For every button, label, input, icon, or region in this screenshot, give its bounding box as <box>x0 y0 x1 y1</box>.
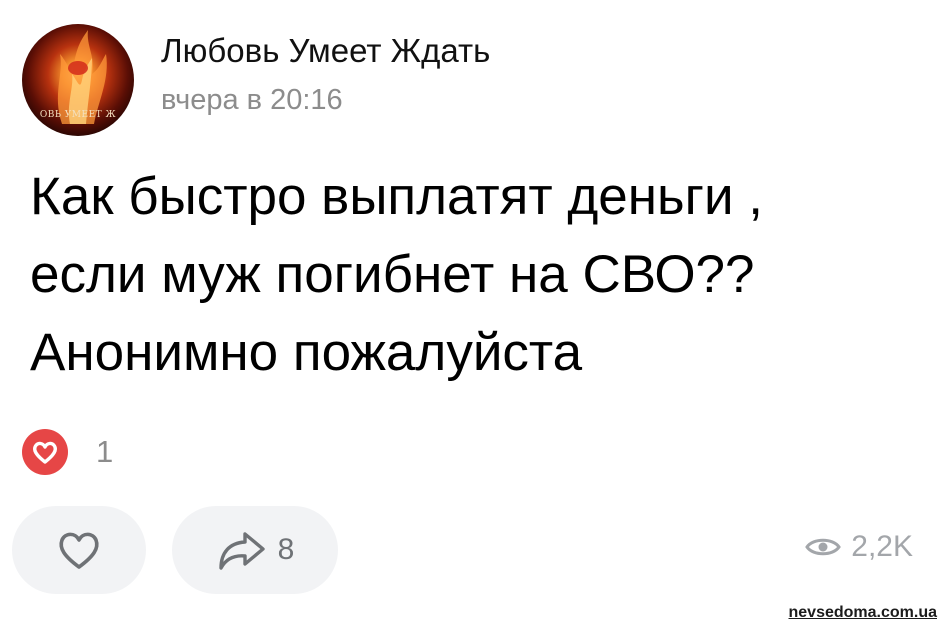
avatar[interactable]: ОВЬ УМЕЕТ Ж <box>22 24 134 136</box>
watermark: nevsedoma.com.ua <box>788 604 938 621</box>
views-count: 2,2K <box>851 530 913 563</box>
post-text-line: Анонимно пожалуйста <box>30 323 583 382</box>
eye-icon <box>805 538 842 556</box>
reactions-summary[interactable]: 1 <box>22 428 113 476</box>
share-button[interactable]: 8 <box>172 506 338 594</box>
share-count: 8 <box>277 533 295 566</box>
post-text: Как быстро выплатят деньги , если муж по… <box>30 158 930 392</box>
share-arrow-icon <box>218 532 265 570</box>
author-name[interactable]: Любовь Умеет Ждать <box>161 32 490 70</box>
post-text-line: Как быстро выплатят деньги , <box>30 167 763 226</box>
views-counter: 2,2K <box>805 530 913 564</box>
like-button[interactable] <box>12 506 146 594</box>
heart-reaction-icon <box>22 429 68 475</box>
post-timestamp[interactable]: вчера в 20:16 <box>161 84 343 117</box>
reaction-count: 1 <box>96 434 114 469</box>
heart-outline-icon <box>59 532 99 569</box>
avatar-caption: ОВЬ УМЕЕТ Ж <box>39 110 117 120</box>
post-text-line: если муж погибнет на СВО?? <box>30 245 755 304</box>
